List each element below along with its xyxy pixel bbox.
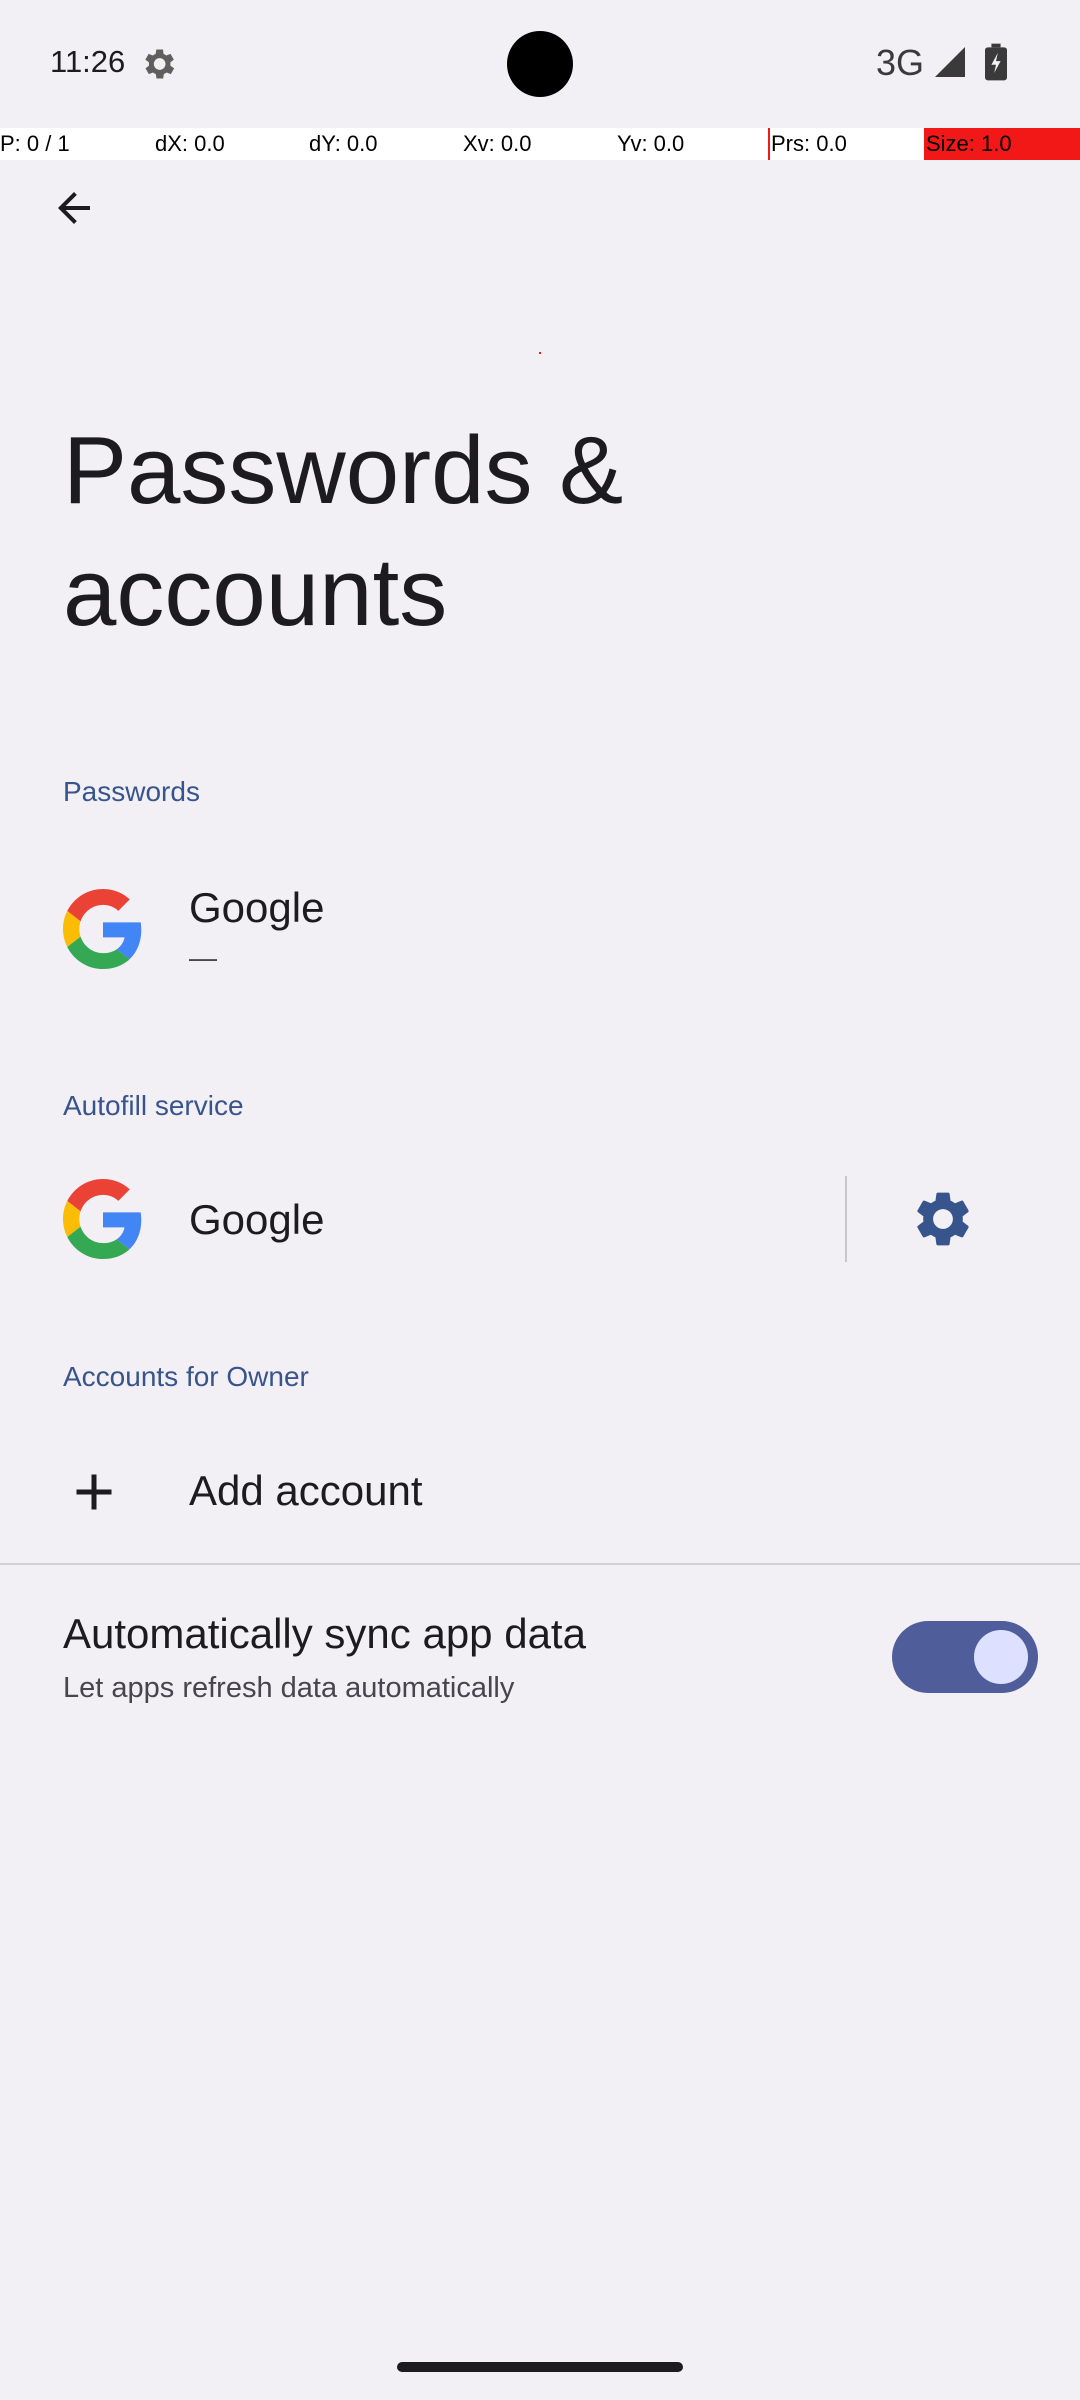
home-indicator[interactable] xyxy=(397,2362,683,2372)
toggle-thumb xyxy=(974,1630,1028,1684)
settings-notification-icon xyxy=(145,49,175,79)
row-divider xyxy=(845,1176,847,1262)
add-account-label: Add account xyxy=(189,1467,423,1514)
arrow-back-icon xyxy=(58,192,90,224)
overlay-xv: Xv: 0.0 xyxy=(463,131,532,156)
accounts-section-header: Accounts for Owner xyxy=(63,1361,309,1392)
touch-point-marker xyxy=(539,352,541,354)
back-button[interactable] xyxy=(36,170,112,246)
autofill-section-header: Autofill service xyxy=(63,1090,244,1121)
signal-icon xyxy=(935,47,965,77)
battery-icon xyxy=(985,43,1007,81)
overlay-yv: Yv: 0.0 xyxy=(617,131,685,156)
autofill-item-title: Google xyxy=(189,1196,325,1243)
network-type: 3G xyxy=(876,42,925,83)
page-title: Passwords & accounts xyxy=(63,417,624,646)
overlay-marker xyxy=(768,128,770,160)
passwords-item-subtitle: — xyxy=(189,942,217,973)
google-icon xyxy=(63,1179,142,1259)
overlay-pointer-count: P: 0 / 1 xyxy=(0,131,70,156)
overlay-size: Size: 1.0 xyxy=(924,128,1080,160)
pointer-location-overlay: P: 0 / 1 dX: 0.0 dY: 0.0 Xv: 0.0 Yv: 0.0… xyxy=(0,128,1080,160)
passwords-google-row[interactable]: Google — xyxy=(0,860,1080,998)
add-icon xyxy=(76,1474,112,1510)
sync-toggle[interactable] xyxy=(892,1621,1038,1693)
google-icon xyxy=(63,889,142,969)
autofill-google-row[interactable]: Google xyxy=(0,1172,1080,1266)
passwords-item-title: Google xyxy=(189,884,325,931)
add-account-row[interactable]: Add account xyxy=(0,1432,1080,1552)
overlay-dx: dX: 0.0 xyxy=(155,131,225,156)
sync-title: Automatically sync app data xyxy=(63,1610,586,1657)
overlay-dy: dY: 0.0 xyxy=(309,131,378,156)
status-bar: 11:26 3G xyxy=(0,0,1080,128)
camera-cutout xyxy=(507,31,573,97)
settings-gear-icon[interactable] xyxy=(910,1186,976,1252)
section-divider xyxy=(0,1563,1080,1565)
sync-subtitle: Let apps refresh data automatically xyxy=(63,1672,515,1704)
passwords-section-header: Passwords xyxy=(63,776,200,807)
overlay-pressure: Prs: 0.0 xyxy=(771,131,847,156)
status-time: 11:26 xyxy=(50,44,126,79)
